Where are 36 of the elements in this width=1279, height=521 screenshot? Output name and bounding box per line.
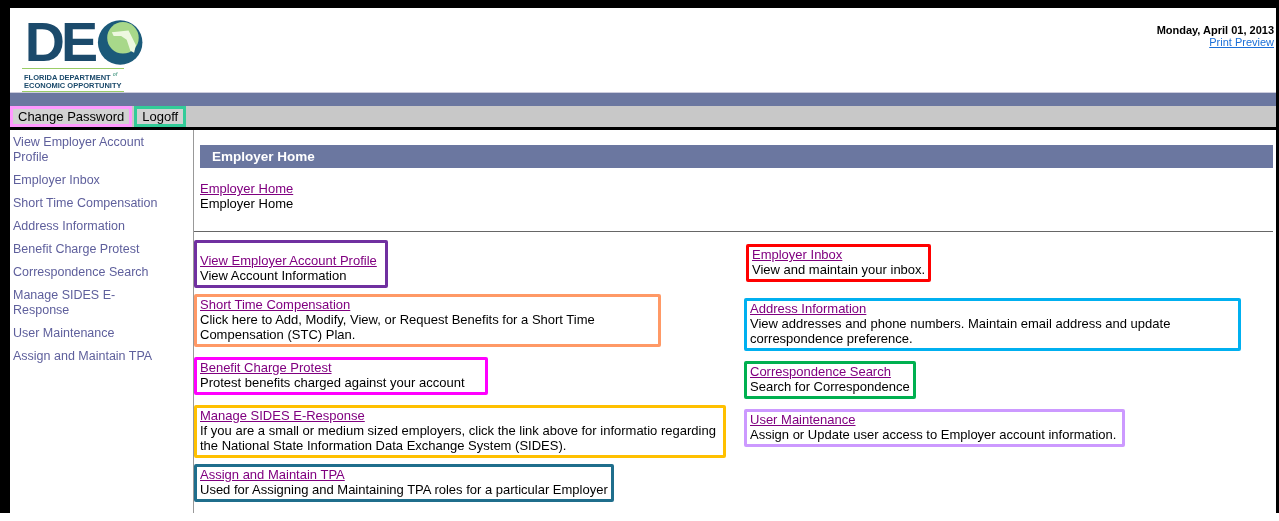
card-description: View Account Information [200,268,348,283]
sidebar-link[interactable]: View Employer Account Profile [13,135,163,165]
sidebar-link[interactable]: Correspondence Search [13,265,163,280]
card-link[interactable]: Benefit Charge Protest [200,360,332,375]
card-link[interactable]: Address Information [750,301,867,316]
card-link[interactable]: Short Time Compensation [200,297,351,312]
sidebar-link[interactable]: Employer Inbox [13,173,163,188]
card-description: Used for Assigning and Maintaining TPA roles for a particular Employer [200,482,608,497]
card-description: If you are a small or medium sized employers, click the link above for informatio regarding the National State Information Data Exchange System (SIDES). [200,423,717,453]
sidebar-link[interactable]: Short Time Compensation [13,196,163,211]
card-link[interactable]: Employer Inbox [752,247,843,262]
card-description: Assign or Update user access to Employer account information. [750,427,1117,442]
print-preview-link[interactable]: Print Preview [1209,36,1274,48]
change-password-button[interactable]: Change Password [10,106,133,127]
logoff-button[interactable]: Logoff [134,106,187,127]
card-description: Click here to Add, Modify, View, or Request Benefits for a Short Time Compensation (STC) Plan. [200,312,596,342]
sidebar-link[interactable]: User Maintenance [13,326,163,341]
logo-letters: DE [24,11,95,68]
card-link[interactable]: Correspondence Search [750,364,891,379]
card-link[interactable]: Manage SIDES E-Response [200,408,365,423]
date-text: Monday, April 01, 2013 [1156,24,1274,36]
card-description: View and maintain your inbox. [752,262,926,277]
card-description: Search for Correspondence [750,379,910,394]
sidebar-link[interactable]: Benefit Charge Protest [13,242,163,257]
globe-icon [97,20,143,65]
card-link[interactable]: User Maintenance [750,412,856,427]
sidebar-link[interactable]: Manage SIDES E-Response [13,288,163,318]
page-title-bar: Employer Home [200,145,1273,168]
card-description: View addresses and phone numbers. Maintain email address and update correspondence preference. [750,316,1172,346]
card-link[interactable]: Assign and Maintain TPA [200,467,345,482]
sidebar-link[interactable]: Assign and Maintain TPA [13,349,163,364]
sidebar-link[interactable]: Address Information [13,219,163,234]
breadcrumb-link[interactable]: Employer Home [200,181,294,196]
breadcrumb-text: Employer Home [200,196,294,211]
card-link[interactable]: View Employer Account Profile [200,253,377,268]
card-description: Protest benefits charged against your account [200,375,465,390]
